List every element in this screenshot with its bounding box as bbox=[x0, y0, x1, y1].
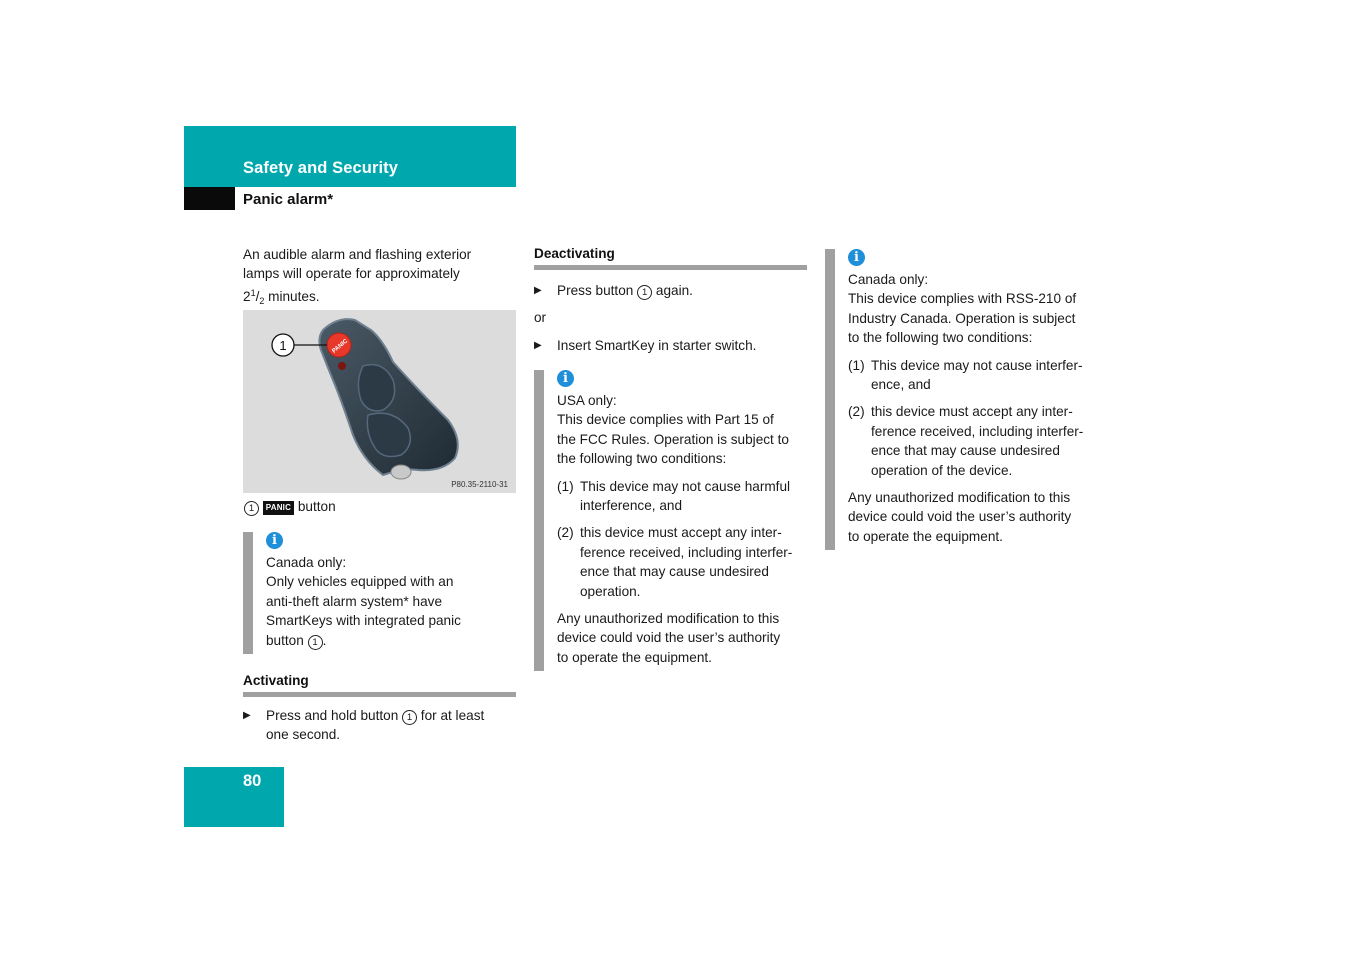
info-heading: USA only: bbox=[557, 393, 617, 408]
condition-line: this device must accept any inter- bbox=[871, 404, 1073, 420]
condition-number: (2) bbox=[848, 404, 865, 420]
step-text: Press and hold button bbox=[266, 708, 403, 723]
info-line: the FCC Rules. Operation is subject to bbox=[557, 431, 789, 447]
closing-line: device could void the user’s authority bbox=[557, 630, 781, 646]
closing-line: to operate the equipment. bbox=[848, 528, 1003, 544]
condition-item: (1) This device may not cause interfer- … bbox=[848, 356, 1105, 395]
deactivating-step-2: ▶ Insert SmartKey in starter switch. bbox=[534, 336, 807, 355]
closing-line: device could void the user’s authority bbox=[848, 509, 1072, 525]
subsection-title: Panic alarm* bbox=[243, 191, 334, 208]
reference-number: 1 bbox=[244, 501, 259, 516]
section-rule bbox=[534, 265, 807, 270]
subsection-marker bbox=[184, 187, 235, 210]
condition-line: ence, and bbox=[871, 377, 931, 393]
info-icon: i bbox=[848, 249, 865, 266]
step-text: Press button bbox=[557, 283, 638, 298]
info-line: anti-theft alarm system* have bbox=[266, 593, 443, 609]
deactivating-step-1: ▶ Press button 1 again. bbox=[534, 281, 807, 300]
condition-item: (2) this device must accept any inter- f… bbox=[557, 523, 812, 601]
closing-line: Any unauthorized modification to this bbox=[557, 611, 780, 627]
condition-line: ence that may cause undesired bbox=[580, 564, 769, 580]
info-line: This device complies with RSS-210 of bbox=[848, 291, 1077, 307]
closing-paragraph: Any unauthorized modification to this de… bbox=[848, 488, 1105, 546]
or-text: or bbox=[534, 310, 547, 326]
condition-line: operation of the device. bbox=[871, 462, 1013, 478]
info-icon: i bbox=[266, 532, 283, 549]
intro-line: An audible alarm and flashing exterior bbox=[243, 247, 472, 262]
info-box-canada-rss: i Canada only: This device complies with… bbox=[825, 249, 1105, 550]
closing-line: to operate the equipment. bbox=[557, 649, 712, 665]
section-rule bbox=[243, 692, 516, 697]
bullet-arrow-icon: ▶ bbox=[534, 285, 542, 296]
callout-number: 1 bbox=[279, 338, 286, 353]
section-title: Safety and Security bbox=[243, 159, 399, 177]
condition-line: ference received, including interfer- bbox=[580, 544, 793, 560]
condition-item: (1) This device may not cause harmful in… bbox=[557, 477, 812, 516]
step-text: one second. bbox=[266, 727, 341, 743]
info-heading: Canada only: bbox=[848, 272, 929, 287]
page-number: 80 bbox=[243, 772, 262, 790]
fraction-whole: 2 bbox=[243, 288, 251, 304]
condition-line: operation. bbox=[580, 583, 641, 599]
condition-line: ence that may cause undesired bbox=[871, 443, 1060, 459]
intro-paragraph: An audible alarm and flashing exterior l… bbox=[243, 245, 518, 311]
reference-number: 1 bbox=[637, 285, 653, 300]
intro-line: 21/2 minutes. bbox=[243, 284, 518, 311]
step-text: again. bbox=[652, 283, 693, 298]
info-icon: i bbox=[557, 370, 574, 387]
smartkey-illustration: PANIC 1 P80.35-2110-31 bbox=[243, 310, 516, 493]
condition-number: (2) bbox=[557, 525, 574, 541]
panic-badge: PANIC bbox=[262, 501, 295, 515]
page-number-band bbox=[184, 767, 284, 827]
info-line: SmartKeys with integrated panic bbox=[266, 613, 461, 629]
reference-number: 1 bbox=[402, 710, 418, 725]
info-heading: Canada only: bbox=[266, 555, 347, 570]
info-box-usa-fcc: i USA only: This device complies with Pa… bbox=[534, 370, 812, 671]
condition-line: interference, and bbox=[580, 498, 683, 514]
condition-item: (2) this device must accept any inter- f… bbox=[848, 402, 1105, 480]
condition-line: This device may not cause harmful bbox=[580, 478, 791, 494]
reference-number: 1 bbox=[307, 634, 323, 650]
info-text: button bbox=[266, 632, 308, 648]
info-line: the following two conditions: bbox=[557, 451, 727, 467]
condition-number: (1) bbox=[848, 357, 865, 373]
intro-line: lamps will operate for approximately bbox=[243, 266, 460, 282]
info-line: button 1. bbox=[266, 631, 518, 650]
figure-caption: 1 PANIC button bbox=[244, 497, 336, 516]
info-line: Only vehicles equipped with an bbox=[266, 574, 454, 590]
smartkey-drawing: PANIC 1 bbox=[271, 318, 459, 480]
info-box-canada-smartkey: i Canada only: Only vehicles equipped wi… bbox=[243, 532, 518, 654]
key-ring bbox=[390, 464, 412, 480]
bullet-arrow-icon: ▶ bbox=[534, 339, 542, 351]
closing-paragraph: Any unauthorized modification to this de… bbox=[557, 609, 812, 667]
activating-section: Activating ▶ Press and hold button 1 for… bbox=[243, 673, 516, 745]
indicator-lamp bbox=[338, 362, 346, 370]
info-line: Industry Canada. Operation is subject bbox=[848, 310, 1076, 326]
bullet-arrow-icon: ▶ bbox=[243, 710, 251, 721]
info-text: . bbox=[322, 632, 327, 648]
condition-line: this device must accept any inter- bbox=[580, 525, 782, 541]
activating-step: ▶ Press and hold button 1 for at least o… bbox=[243, 706, 516, 745]
step-text: for at least bbox=[417, 708, 485, 723]
deactivating-section: Deactivating ▶ Press button 1 again. or … bbox=[534, 246, 807, 355]
condition-number: (1) bbox=[557, 478, 574, 494]
info-line: to the following two conditions: bbox=[848, 330, 1033, 346]
condition-line: ference received, including interfer- bbox=[871, 423, 1084, 439]
condition-line: This device may not cause interfer- bbox=[871, 357, 1083, 373]
deactivating-heading: Deactivating bbox=[534, 246, 615, 261]
activating-heading: Activating bbox=[243, 673, 309, 688]
figure-code: P80.35-2110-31 bbox=[451, 480, 508, 489]
step-text: Insert SmartKey in starter switch. bbox=[557, 337, 757, 353]
caption-text: button bbox=[297, 499, 336, 514]
intro-tail: minutes. bbox=[264, 288, 320, 304]
info-line: This device complies with Part 15 of bbox=[557, 412, 774, 428]
closing-line: Any unauthorized modification to this bbox=[848, 490, 1071, 506]
